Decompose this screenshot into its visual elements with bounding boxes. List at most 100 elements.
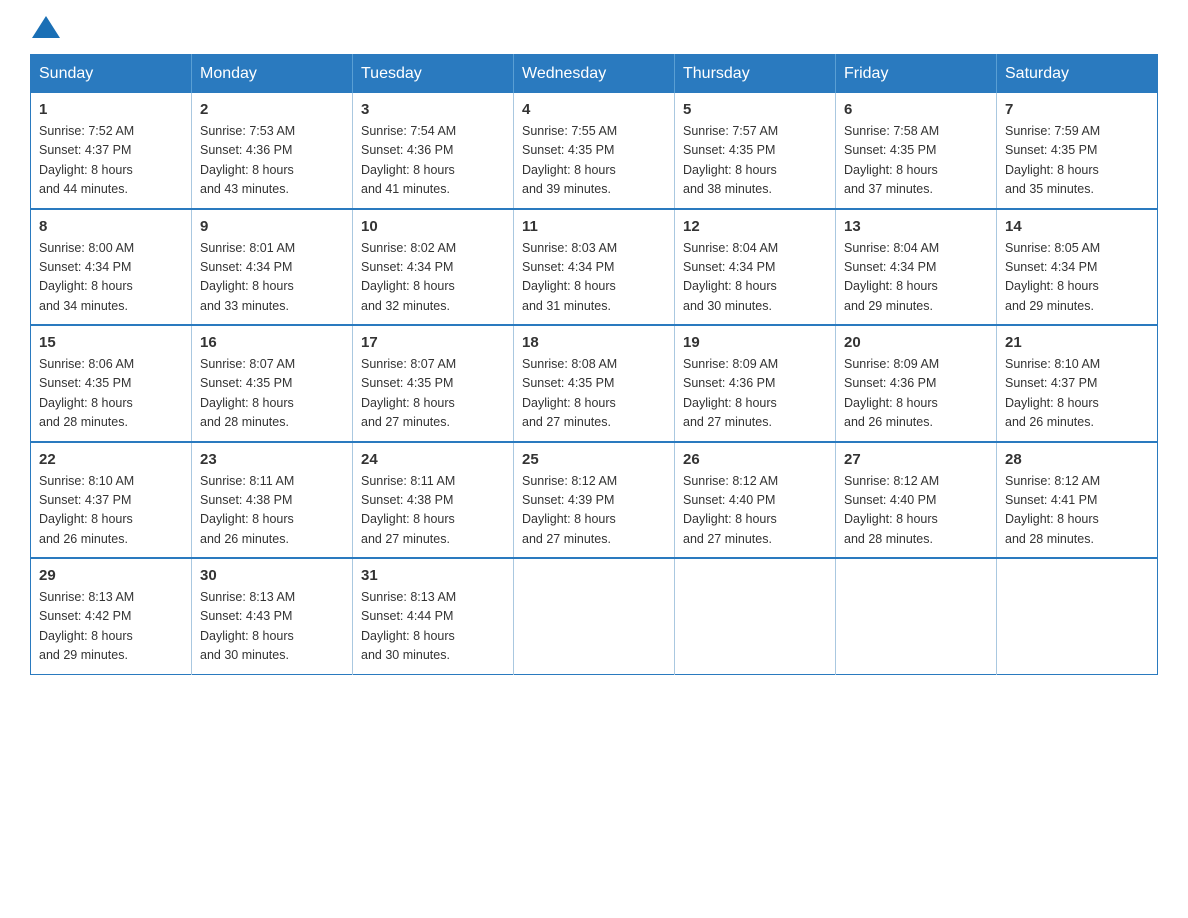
calendar-day-cell: [836, 558, 997, 674]
calendar-day-cell: [675, 558, 836, 674]
calendar-table: SundayMondayTuesdayWednesdayThursdayFrid…: [30, 54, 1158, 675]
day-number: 6: [844, 101, 988, 118]
day-info: Sunrise: 8:10 AMSunset: 4:37 PMDaylight:…: [1005, 355, 1149, 433]
day-number: 26: [683, 451, 827, 468]
day-number: 19: [683, 334, 827, 351]
column-header-saturday: Saturday: [997, 55, 1158, 94]
day-number: 2: [200, 101, 344, 118]
day-info: Sunrise: 8:05 AMSunset: 4:34 PMDaylight:…: [1005, 239, 1149, 317]
calendar-week-row: 1 Sunrise: 7:52 AMSunset: 4:37 PMDaylight…: [31, 93, 1158, 209]
calendar-week-row: 22 Sunrise: 8:10 AMSunset: 4:37 PMDayligh…: [31, 442, 1158, 559]
day-info: Sunrise: 8:01 AMSunset: 4:34 PMDaylight:…: [200, 239, 344, 317]
day-number: 4: [522, 101, 666, 118]
day-number: 21: [1005, 334, 1149, 351]
column-header-sunday: Sunday: [31, 55, 192, 94]
day-number: 28: [1005, 451, 1149, 468]
day-number: 24: [361, 451, 505, 468]
day-number: 30: [200, 567, 344, 584]
column-header-thursday: Thursday: [675, 55, 836, 94]
day-info: Sunrise: 8:11 AMSunset: 4:38 PMDaylight:…: [361, 472, 505, 550]
day-number: 13: [844, 218, 988, 235]
day-number: 18: [522, 334, 666, 351]
column-header-tuesday: Tuesday: [353, 55, 514, 94]
day-number: 8: [39, 218, 183, 235]
day-info: Sunrise: 8:04 AMSunset: 4:34 PMDaylight:…: [844, 239, 988, 317]
calendar-day-cell: 2 Sunrise: 7:53 AMSunset: 4:36 PMDaylight…: [192, 93, 353, 209]
day-info: Sunrise: 8:12 AMSunset: 4:39 PMDaylight:…: [522, 472, 666, 550]
day-number: 27: [844, 451, 988, 468]
day-info: Sunrise: 8:13 AMSunset: 4:43 PMDaylight:…: [200, 588, 344, 666]
day-info: Sunrise: 7:54 AMSunset: 4:36 PMDaylight:…: [361, 122, 505, 200]
day-number: 9: [200, 218, 344, 235]
day-number: 5: [683, 101, 827, 118]
calendar-week-row: 29 Sunrise: 8:13 AMSunset: 4:42 PMDayligh…: [31, 558, 1158, 674]
calendar-day-cell: 20 Sunrise: 8:09 AMSunset: 4:36 PMDayligh…: [836, 325, 997, 442]
day-info: Sunrise: 8:08 AMSunset: 4:35 PMDaylight:…: [522, 355, 666, 433]
day-number: 22: [39, 451, 183, 468]
day-info: Sunrise: 8:12 AMSunset: 4:41 PMDaylight:…: [1005, 472, 1149, 550]
day-number: 14: [1005, 218, 1149, 235]
day-info: Sunrise: 8:09 AMSunset: 4:36 PMDaylight:…: [683, 355, 827, 433]
day-info: Sunrise: 8:03 AMSunset: 4:34 PMDaylight:…: [522, 239, 666, 317]
day-number: 7: [1005, 101, 1149, 118]
calendar-day-cell: 21 Sunrise: 8:10 AMSunset: 4:37 PMDayligh…: [997, 325, 1158, 442]
day-info: Sunrise: 8:12 AMSunset: 4:40 PMDaylight:…: [844, 472, 988, 550]
calendar-day-cell: 7 Sunrise: 7:59 AMSunset: 4:35 PMDaylight…: [997, 93, 1158, 209]
day-info: Sunrise: 8:09 AMSunset: 4:36 PMDaylight:…: [844, 355, 988, 433]
calendar-week-row: 8 Sunrise: 8:00 AMSunset: 4:34 PMDaylight…: [31, 209, 1158, 326]
calendar-day-cell: 22 Sunrise: 8:10 AMSunset: 4:37 PMDayligh…: [31, 442, 192, 559]
column-header-wednesday: Wednesday: [514, 55, 675, 94]
day-number: 20: [844, 334, 988, 351]
day-number: 16: [200, 334, 344, 351]
calendar-day-cell: 30 Sunrise: 8:13 AMSunset: 4:43 PMDayligh…: [192, 558, 353, 674]
calendar-day-cell: 6Sunrise: 7:58 AMSunset: 4:35 PMDaylight…: [836, 93, 997, 209]
day-info: Sunrise: 8:13 AMSunset: 4:42 PMDaylight:…: [39, 588, 183, 666]
day-info: Sunrise: 7:52 AMSunset: 4:37 PMDaylight:…: [39, 122, 183, 200]
calendar-day-cell: 24 Sunrise: 8:11 AMSunset: 4:38 PMDayligh…: [353, 442, 514, 559]
calendar-day-cell: 5 Sunrise: 7:57 AMSunset: 4:35 PMDaylight…: [675, 93, 836, 209]
calendar-day-cell: 14 Sunrise: 8:05 AMSunset: 4:34 PMDayligh…: [997, 209, 1158, 326]
calendar-day-cell: 15 Sunrise: 8:06 AMSunset: 4:35 PMDayligh…: [31, 325, 192, 442]
day-info: Sunrise: 8:07 AMSunset: 4:35 PMDaylight:…: [200, 355, 344, 433]
day-number: 29: [39, 567, 183, 584]
calendar-day-cell: 3 Sunrise: 7:54 AMSunset: 4:36 PMDaylight…: [353, 93, 514, 209]
day-info: Sunrise: 8:06 AMSunset: 4:35 PMDaylight:…: [39, 355, 183, 433]
day-info: Sunrise: 8:13 AMSunset: 4:44 PMDaylight:…: [361, 588, 505, 666]
day-info: Sunrise: 8:02 AMSunset: 4:34 PMDaylight:…: [361, 239, 505, 317]
calendar-day-cell: 25 Sunrise: 8:12 AMSunset: 4:39 PMDayligh…: [514, 442, 675, 559]
day-number: 25: [522, 451, 666, 468]
calendar-day-cell: 27 Sunrise: 8:12 AMSunset: 4:40 PMDayligh…: [836, 442, 997, 559]
day-number: 15: [39, 334, 183, 351]
calendar-day-cell: 13 Sunrise: 8:04 AMSunset: 4:34 PMDayligh…: [836, 209, 997, 326]
day-number: 11: [522, 218, 666, 235]
calendar-day-cell: 31 Sunrise: 8:13 AMSunset: 4:44 PMDayligh…: [353, 558, 514, 674]
day-info: Sunrise: 7:59 AMSunset: 4:35 PMDaylight:…: [1005, 122, 1149, 200]
day-number: 3: [361, 101, 505, 118]
day-info: Sunrise: 7:53 AMSunset: 4:36 PMDaylight:…: [200, 122, 344, 200]
day-info: Sunrise: 8:00 AMSunset: 4:34 PMDaylight:…: [39, 239, 183, 317]
calendar-day-cell: [997, 558, 1158, 674]
day-number: 17: [361, 334, 505, 351]
calendar-day-cell: 28 Sunrise: 8:12 AMSunset: 4:41 PMDayligh…: [997, 442, 1158, 559]
day-info: Sunrise: 8:10 AMSunset: 4:37 PMDaylight:…: [39, 472, 183, 550]
day-number: 31: [361, 567, 505, 584]
day-info: Sunrise: 8:11 AMSunset: 4:38 PMDaylight:…: [200, 472, 344, 550]
calendar-day-cell: 17Sunrise: 8:07 AMSunset: 4:35 PMDayligh…: [353, 325, 514, 442]
calendar-day-cell: 19 Sunrise: 8:09 AMSunset: 4:36 PMDayligh…: [675, 325, 836, 442]
calendar-day-cell: 29 Sunrise: 8:13 AMSunset: 4:42 PMDayligh…: [31, 558, 192, 674]
day-number: 10: [361, 218, 505, 235]
logo-triangle-icon: [32, 16, 60, 38]
calendar-day-cell: [514, 558, 675, 674]
logo: [30, 20, 60, 34]
day-number: 1: [39, 101, 183, 118]
day-info: Sunrise: 8:04 AMSunset: 4:34 PMDaylight:…: [683, 239, 827, 317]
day-info: Sunrise: 7:57 AMSunset: 4:35 PMDaylight:…: [683, 122, 827, 200]
calendar-day-cell: 9 Sunrise: 8:01 AMSunset: 4:34 PMDaylight…: [192, 209, 353, 326]
calendar-day-cell: 26Sunrise: 8:12 AMSunset: 4:40 PMDayligh…: [675, 442, 836, 559]
calendar-header-row: SundayMondayTuesdayWednesdayThursdayFrid…: [31, 55, 1158, 94]
page-header: [30, 20, 1158, 34]
day-info: Sunrise: 7:55 AMSunset: 4:35 PMDaylight:…: [522, 122, 666, 200]
calendar-day-cell: 23Sunrise: 8:11 AMSunset: 4:38 PMDayligh…: [192, 442, 353, 559]
calendar-day-cell: 10 Sunrise: 8:02 AMSunset: 4:34 PMDayligh…: [353, 209, 514, 326]
calendar-day-cell: 18 Sunrise: 8:08 AMSunset: 4:35 PMDayligh…: [514, 325, 675, 442]
